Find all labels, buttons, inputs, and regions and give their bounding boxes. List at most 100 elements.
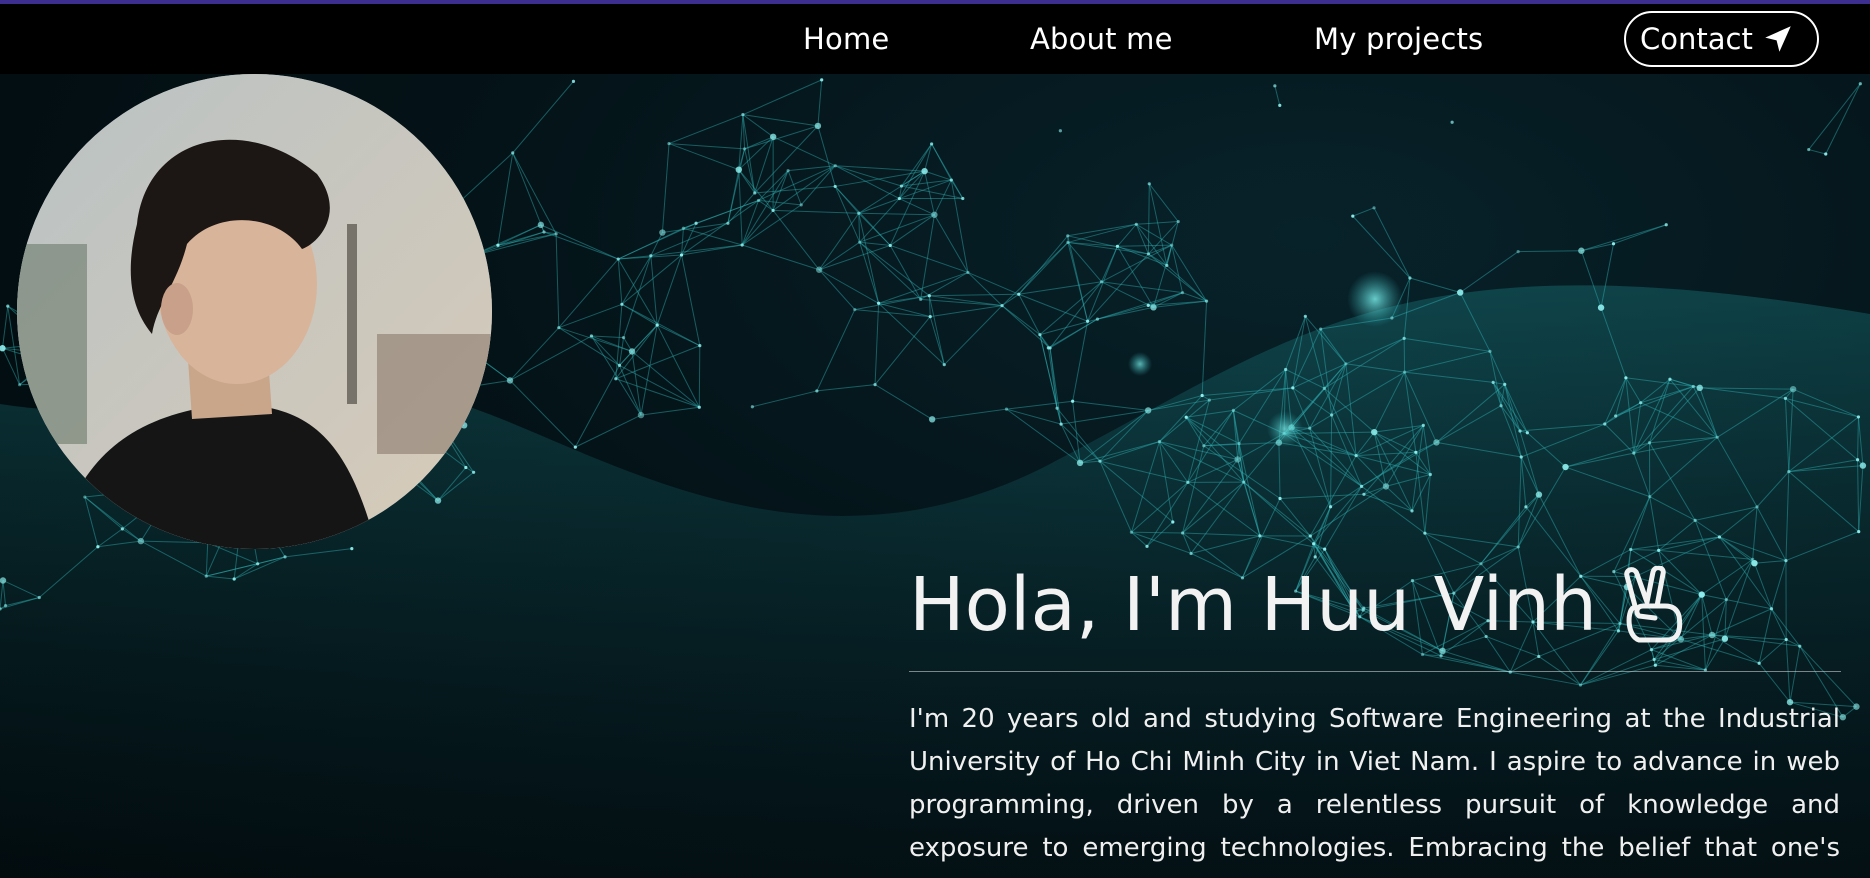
network-line — [621, 303, 701, 347]
network-node — [756, 198, 761, 203]
network-line — [758, 165, 836, 201]
headline-text: Hola, I'm Huu Vinh — [909, 562, 1597, 648]
network-node — [1856, 415, 1861, 419]
network-node — [1410, 509, 1414, 513]
network-node — [1855, 458, 1860, 462]
network-node — [1421, 423, 1425, 427]
network-node — [1724, 598, 1728, 602]
network-node — [589, 334, 594, 338]
network-node — [1150, 304, 1157, 311]
network-node — [1344, 362, 1348, 366]
network-node — [1171, 520, 1175, 524]
network-line — [668, 114, 744, 145]
network-node — [1721, 635, 1729, 642]
network-line — [1067, 235, 1149, 255]
network-node — [815, 266, 823, 273]
network-node — [1516, 545, 1520, 549]
network-line — [1518, 250, 1582, 253]
network-node — [1147, 182, 1151, 186]
nav-home-link[interactable]: Home — [803, 22, 889, 56]
network-line — [621, 303, 658, 326]
network-node — [1853, 703, 1860, 710]
network-line — [1001, 305, 1051, 349]
network-node — [1359, 484, 1364, 488]
network-node — [1323, 547, 1327, 551]
network-node — [1439, 654, 1443, 658]
network-line — [1808, 83, 1861, 150]
network-node — [1098, 459, 1102, 463]
network-node — [1170, 243, 1174, 247]
network-line — [816, 384, 876, 392]
network-line — [818, 241, 860, 271]
network-node — [621, 335, 626, 340]
avatar — [17, 74, 492, 549]
network-node — [511, 151, 515, 155]
network-node — [1371, 428, 1378, 436]
network-node — [697, 405, 701, 409]
nav-about-link[interactable]: About me — [1030, 22, 1173, 56]
network-node — [1751, 559, 1758, 567]
network-node — [1146, 303, 1150, 307]
network-node — [857, 211, 861, 215]
network-node — [1189, 551, 1193, 556]
network-line — [1, 306, 9, 349]
network-node — [1784, 558, 1788, 563]
network-node — [1134, 222, 1138, 226]
network-node — [928, 416, 936, 423]
network-node — [1273, 84, 1277, 88]
network-node — [888, 243, 892, 248]
network-node — [232, 577, 236, 581]
network-line — [817, 125, 836, 187]
network-line — [1001, 293, 1020, 307]
contact-button-label: Contact — [1640, 22, 1753, 56]
network-node — [873, 382, 877, 387]
network-node — [557, 326, 561, 330]
network-line — [650, 232, 663, 256]
network-line — [1459, 251, 1519, 293]
network-node — [616, 257, 620, 261]
network-line — [817, 79, 823, 126]
network-node — [1076, 459, 1084, 467]
network-node — [1783, 396, 1788, 400]
network-line — [859, 214, 935, 243]
network-node — [815, 389, 819, 393]
network-node — [628, 348, 636, 355]
network-node — [1420, 652, 1425, 657]
nav-projects-link[interactable]: My projects — [1314, 22, 1483, 56]
network-node — [1787, 470, 1791, 474]
network-node — [961, 196, 965, 201]
network-node — [966, 270, 970, 275]
network-node — [1789, 385, 1797, 393]
network-node — [1144, 407, 1152, 414]
network-node — [1099, 280, 1104, 284]
network-node — [786, 168, 790, 173]
network-node — [1038, 333, 1042, 337]
network-node — [1180, 291, 1185, 295]
network-line — [640, 406, 700, 416]
network-node — [1278, 496, 1282, 501]
network-line — [800, 165, 836, 206]
network-node — [1085, 319, 1090, 323]
network-node — [1328, 505, 1333, 509]
network-node — [1115, 244, 1120, 248]
hero-headline: Hola, I'm Huu Vinh — [909, 560, 1689, 650]
network-node — [1066, 240, 1070, 245]
network-line — [1352, 215, 1411, 279]
network-line — [816, 309, 856, 392]
contact-button[interactable]: Contact — [1624, 11, 1819, 67]
network-node — [1319, 327, 1323, 331]
network-line — [698, 345, 701, 408]
network-node — [256, 562, 260, 566]
network-node — [617, 363, 622, 368]
network-node — [814, 122, 822, 130]
network-node — [537, 221, 545, 229]
network-line — [874, 384, 933, 420]
network-node — [1313, 555, 1317, 559]
network-line — [1006, 408, 1062, 425]
network-line — [742, 244, 820, 271]
network-line — [1808, 149, 1826, 155]
network-line — [1049, 318, 1098, 349]
network-node — [698, 344, 702, 348]
network-line — [681, 254, 701, 346]
network-line — [874, 316, 931, 385]
